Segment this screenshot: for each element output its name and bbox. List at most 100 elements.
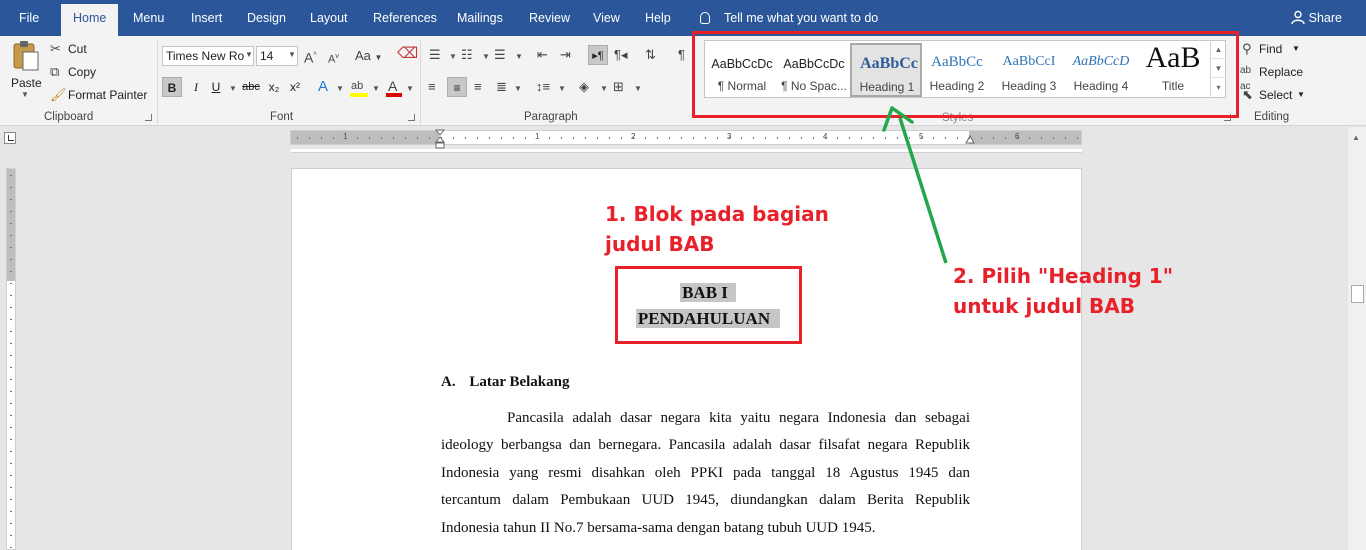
format-painter-button[interactable]: 🖌 Format Painter	[50, 86, 155, 104]
body-paragraph[interactable]: Pancasila adalah dasar negara kita yaitu…	[441, 405, 970, 542]
rtl-direction-icon[interactable]: ¶◂	[614, 47, 628, 63]
grow-font-icon[interactable]: A^	[304, 48, 317, 66]
tab-insert[interactable]: Insert	[191, 0, 222, 36]
section-heading[interactable]: A. Latar Belakang	[441, 371, 570, 393]
scroll-up-icon[interactable]: ▲	[1352, 133, 1360, 142]
ruler-tick	[10, 283, 12, 284]
paragraph-line: Indonesia yang resmi disahkan oleh PPKI …	[441, 464, 970, 481]
tab-file[interactable]: File	[19, 0, 39, 36]
tab-design[interactable]: Design	[247, 0, 286, 36]
ruler-tick	[561, 137, 562, 139]
share-button[interactable]: Share	[1290, 0, 1342, 36]
ruler-tick	[10, 259, 12, 260]
ruler-tick	[10, 427, 12, 428]
shading-icon[interactable]: ◈	[579, 79, 589, 95]
highlight-color-button[interactable]: ab	[349, 78, 371, 98]
tab-view[interactable]: View	[593, 0, 620, 36]
increase-indent-icon[interactable]: ⇥	[560, 47, 571, 63]
ruler-tick	[1053, 137, 1054, 139]
ruler-tick	[429, 137, 430, 139]
replace-button[interactable]: ab ac Replace	[1240, 63, 1320, 92]
indent-marker-icon[interactable]	[435, 129, 445, 149]
ruler-tick	[717, 137, 718, 139]
font-launcher[interactable]	[408, 114, 415, 121]
right-indent-marker-icon[interactable]	[965, 135, 975, 145]
font-color-button[interactable]: A	[384, 78, 404, 98]
align-center-icon[interactable]: ≡	[447, 77, 467, 97]
sort-icon[interactable]: ⇅	[645, 47, 656, 63]
ruler-tick	[10, 379, 12, 380]
bullets-icon[interactable]: ☰	[429, 47, 441, 63]
ruler-tick	[777, 137, 778, 139]
ruler-tick	[993, 137, 994, 139]
clear-formatting-icon[interactable]: ⌫	[397, 46, 418, 62]
italic-button[interactable]: I	[186, 77, 206, 97]
ruler-tick	[861, 137, 862, 139]
ruler-tick	[513, 137, 514, 139]
ruler-tick	[573, 137, 574, 139]
clipboard-launcher[interactable]	[145, 114, 152, 121]
tab-layout[interactable]: Layout	[310, 0, 348, 36]
horizontal-ruler[interactable]: 1 1 2 3 4 5 6	[290, 129, 1082, 149]
ruler-tick	[681, 137, 682, 139]
ruler-tick	[1065, 137, 1066, 139]
ruler-tick	[345, 137, 346, 139]
tab-mailings[interactable]: Mailings	[457, 0, 503, 36]
ruler-tick	[477, 137, 478, 139]
tab-menu[interactable]: Menu	[133, 0, 164, 36]
ruler-tick	[10, 487, 12, 488]
tab-references[interactable]: References	[373, 0, 437, 36]
annotation-step2: 2. Pilih "Heading 1" untuk judul BAB	[953, 264, 1174, 318]
tab-help[interactable]: Help	[645, 0, 671, 36]
align-left-icon[interactable]: ≡	[428, 79, 436, 95]
subscript-button[interactable]: x₂	[264, 77, 284, 97]
ruler-tick	[537, 137, 538, 139]
superscript-button[interactable]: x²	[285, 77, 305, 97]
styles-highlight-box	[692, 31, 1239, 118]
green-arrow-icon	[882, 106, 948, 264]
tab-selector-icon[interactable]	[4, 132, 16, 144]
find-button[interactable]: ⚲ Find ▼	[1242, 40, 1312, 58]
justify-icon[interactable]: ≣	[496, 79, 507, 95]
ruler-tick	[417, 137, 418, 139]
lightbulb-icon	[700, 12, 710, 24]
cut-button[interactable]: ✂ Cut	[50, 40, 150, 58]
tab-review[interactable]: Review	[529, 0, 570, 36]
scroll-thumb[interactable]	[1351, 285, 1364, 303]
section-title: Latar Belakang	[469, 374, 570, 390]
ruler-tick	[633, 137, 634, 139]
paste-button[interactable]: Paste ▼	[8, 40, 44, 99]
ruler-tick	[801, 137, 802, 139]
ruler-tick	[609, 137, 610, 139]
ltr-direction-icon[interactable]: ▸¶	[588, 45, 608, 65]
select-button[interactable]: ⬉ Select ▼	[1242, 86, 1322, 104]
show-formatting-icon[interactable]: ¶	[678, 47, 685, 63]
vertical-ruler[interactable]	[6, 168, 16, 550]
copy-button[interactable]: ⧉ Copy	[50, 63, 150, 81]
line-spacing-icon[interactable]: ↕≡	[536, 79, 550, 95]
borders-icon[interactable]: ⊞	[613, 79, 624, 95]
clipboard-group-label: Clipboard	[44, 111, 94, 123]
ruler-tick	[645, 137, 646, 139]
strikethrough-button[interactable]: abc	[241, 77, 261, 97]
text-effects-icon[interactable]: A	[318, 79, 328, 95]
vertical-scrollbar[interactable]: ▲	[1348, 127, 1366, 550]
align-right-icon[interactable]: ≡	[474, 79, 482, 95]
underline-button[interactable]: U	[206, 77, 226, 97]
multilevel-list-icon[interactable]: ☰	[494, 47, 506, 63]
decrease-indent-icon[interactable]: ⇤	[537, 47, 548, 63]
bold-button[interactable]: B	[162, 77, 182, 97]
ruler-tick	[441, 137, 442, 139]
ruler-tick	[969, 137, 970, 139]
shrink-font-icon[interactable]: Av	[328, 49, 339, 68]
ruler-tick	[1077, 137, 1078, 139]
font-name-box[interactable]: Times New Ro	[162, 46, 254, 66]
ruler-tick	[333, 137, 334, 139]
ruler-tick	[549, 137, 550, 139]
change-case-icon[interactable]: Aa ▼	[355, 48, 382, 66]
ruler-tick	[693, 137, 694, 139]
numbering-icon[interactable]: ☷	[461, 47, 473, 63]
ruler-tick	[489, 137, 490, 139]
tab-home[interactable]: Home	[61, 4, 119, 36]
paintbrush-icon: 🖌	[50, 87, 67, 102]
